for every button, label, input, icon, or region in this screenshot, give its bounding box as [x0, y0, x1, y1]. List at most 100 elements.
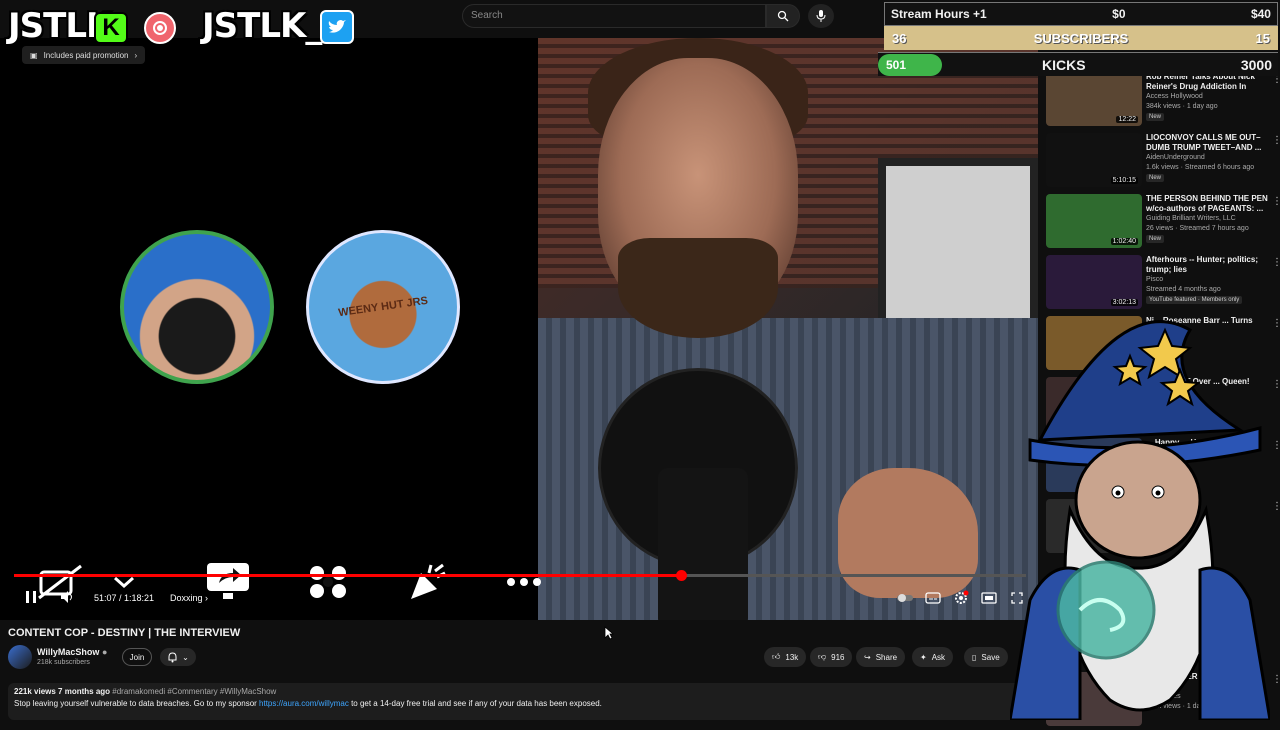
- subscriber-count: 218k subscribers: [37, 659, 90, 666]
- more-vert-icon[interactable]: ⋮: [1272, 674, 1280, 688]
- recommendation-badge: New: [1146, 174, 1165, 182]
- share-icon: ↪: [864, 652, 871, 662]
- paid-promotion-label: Includes paid promotion: [43, 50, 129, 60]
- streamer-hand: [838, 468, 978, 598]
- chapter-button[interactable]: Doxxing ›: [170, 593, 208, 603]
- recommendation-item[interactable]: 1:02:40 THE PERSON BEHIND THE PEN w/co-au…: [1046, 194, 1280, 252]
- recommendation-item[interactable]: 12:22 Rob Reiner Talks About Nick Reiner'…: [1046, 72, 1280, 130]
- chapter-label: Doxxing: [170, 593, 203, 603]
- volume-icon: [61, 591, 72, 603]
- channel-avatar[interactable]: [8, 645, 32, 669]
- more-vert-icon[interactable]: ⋮: [1272, 74, 1280, 88]
- recommendation-channel[interactable]: AidenUnderground: [1146, 154, 1205, 161]
- description-text: Stop leaving yourself vulnerable to data…: [14, 699, 1022, 708]
- recommendation-thumbnail[interactable]: 1:02:40: [1046, 194, 1142, 248]
- description-box[interactable]: 221k views 7 months ago #dramakomedi #Co…: [8, 683, 1028, 720]
- more-vert-icon[interactable]: ⋮: [1272, 440, 1280, 454]
- thumbs-up-icon: 👍︎: [772, 652, 781, 661]
- save-button[interactable]: ▯ Save: [964, 647, 1008, 667]
- webcam-feed: [538, 38, 1038, 620]
- recommendation-channel[interactable]: Access Hollywood: [1146, 93, 1203, 100]
- twitter-icon: [320, 10, 354, 44]
- recommendation-badge: New: [1146, 113, 1165, 121]
- chevron-down-icon: ⌄: [182, 652, 189, 662]
- recommendation-item[interactable]: 3:02:13 Afterhours -- Hunter; politics; t…: [1046, 255, 1280, 313]
- recommendation-item[interactable]: 5:10:15 LIOCONVOY CALLS ME OUT– DUMB TRUM…: [1046, 133, 1280, 191]
- recommendation-channel[interactable]: Guiding Brilliant Writers, LLC: [1146, 215, 1236, 222]
- recommendation-title[interactable]: LIOCONVOY CALLS ME OUT– DUMB TRUMP TWEET…: [1146, 133, 1268, 153]
- thumbs-down-icon: 👎︎: [818, 652, 827, 661]
- recommendation-thumbnail[interactable]: 12:22: [1046, 72, 1142, 126]
- recommendation-badge: YouTube featured · Members only: [1146, 296, 1243, 304]
- video-duration: 1:02:40: [1110, 238, 1138, 245]
- more-vert-icon[interactable]: ⋮: [1272, 501, 1280, 515]
- recommendation-thumbnail[interactable]: 5:10:15: [1046, 133, 1142, 187]
- recommendation-channel[interactable]: Pisco: [1146, 276, 1163, 283]
- ask-button[interactable]: ✦ Ask: [912, 647, 954, 667]
- stream-hours-label: Stream Hours +1: [891, 7, 987, 21]
- notifications-button[interactable]: ⌄: [160, 648, 196, 666]
- search-button[interactable]: [766, 4, 800, 28]
- dislike-count: 916: [831, 652, 845, 662]
- kicks-goal: 501 KICKS 3000: [878, 52, 1278, 76]
- more-vert-icon[interactable]: ⋮: [1272, 318, 1280, 332]
- more-vert-icon[interactable]: ⋮: [1272, 257, 1280, 271]
- video-progress-bar[interactable]: [14, 570, 1026, 581]
- recommendation-thumbnail[interactable]: 3:02:13: [1046, 255, 1142, 309]
- recommendation-title[interactable]: THE PERSON BEHIND THE PEN w/co-authors o…: [1146, 194, 1268, 214]
- join-button[interactable]: Join: [122, 648, 152, 666]
- chevron-right-icon: ›: [134, 50, 138, 60]
- screen-share-icon[interactable]: [204, 560, 252, 604]
- volume-button[interactable]: [58, 588, 78, 606]
- scrubber-handle[interactable]: [675, 570, 687, 581]
- dislike-button[interactable]: 👎︎ 916: [810, 647, 853, 667]
- reactions-icon[interactable]: [304, 560, 352, 604]
- share-label: Share: [875, 652, 898, 662]
- sponsor-link[interactable]: https://aura.com/willymac: [259, 699, 349, 708]
- kicks-progress-value: 501: [886, 57, 907, 72]
- search-input[interactable]: Search: [462, 4, 766, 28]
- sparkle-icon: ✦: [920, 652, 927, 662]
- ask-label: Ask: [931, 652, 946, 662]
- kicks-label: KICKS: [1042, 56, 1086, 73]
- video-duration: 3:02:13: [1110, 299, 1138, 306]
- share-button[interactable]: ↪ Share: [856, 647, 906, 667]
- kicks-progress-bar: 501: [878, 53, 942, 76]
- record-icon: [144, 12, 176, 44]
- like-button[interactable]: 👍︎ 13k: [764, 647, 807, 667]
- autoplay-toggle[interactable]: [896, 590, 914, 606]
- more-options-icon[interactable]: [500, 560, 548, 604]
- video-title: CONTENT COP - DESTINY | THE INTERVIEW: [8, 627, 241, 639]
- voice-search-button[interactable]: [808, 4, 834, 28]
- settings-icon[interactable]: [952, 590, 970, 606]
- like-count: 13k: [785, 652, 799, 662]
- bell-icon: [168, 651, 177, 662]
- pause-icon: [26, 591, 36, 603]
- stream-hours-goal: Stream Hours +1 $0 $40: [884, 2, 1278, 26]
- more-vert-icon[interactable]: ⋮: [1272, 135, 1280, 149]
- recommendation-views: Streamed 4 months ago: [1146, 286, 1221, 293]
- weeny-hut-label: WEENY HUT JRS: [337, 294, 429, 320]
- paid-promotion-badge[interactable]: ▣ Includes paid promotion ›: [22, 46, 146, 64]
- more-vert-icon[interactable]: ⋮: [1272, 196, 1280, 210]
- kicks-goal-value: 3000: [1240, 56, 1272, 73]
- guest-avatar-weeny-hut: WEENY HUT JRS: [306, 230, 460, 384]
- channel-name[interactable]: WillyMacShow ●: [37, 647, 107, 657]
- recommendation-views: 26 views · Streamed 7 hours ago: [1146, 225, 1249, 232]
- player-right-controls: [896, 590, 1026, 606]
- kick-icon: K: [94, 12, 128, 44]
- more-vert-icon[interactable]: ⋮: [1272, 379, 1280, 393]
- hashtags[interactable]: #dramakomedi #Commentary #WillyMacShow: [112, 687, 276, 696]
- subtitles-icon[interactable]: [924, 590, 942, 606]
- subscribers-goal: 36 SUBSCRIBERS 15: [884, 26, 1278, 50]
- description-text-before: Stop leaving yourself vulnerable to data…: [14, 699, 260, 708]
- celebrate-icon[interactable]: [404, 560, 452, 604]
- info-icon: ▣: [30, 50, 38, 60]
- theater-mode-icon[interactable]: [980, 590, 998, 606]
- recommendation-title[interactable]: Afterhours -- Hunter; politics; trump; l…: [1146, 255, 1268, 275]
- pause-button[interactable]: [22, 588, 40, 606]
- streamer-beard: [618, 238, 778, 338]
- stream-hours-goal-amount: $40: [1250, 7, 1271, 21]
- video-progress-played: [14, 574, 681, 577]
- stream-hours-current: $0: [1112, 7, 1126, 21]
